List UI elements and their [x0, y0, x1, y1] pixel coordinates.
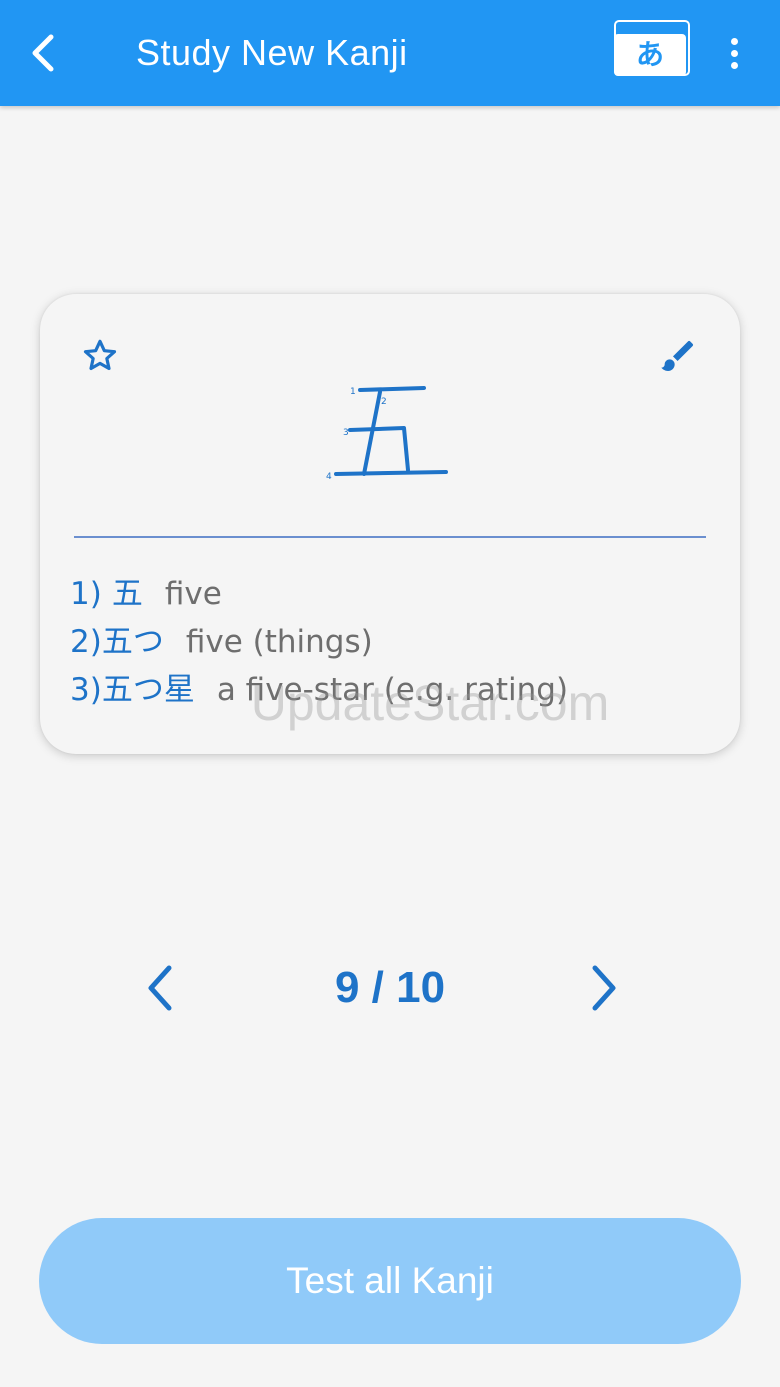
vocab-meaning: five (things): [185, 624, 373, 660]
more-vert-icon-dot: [730, 61, 738, 69]
more-vert-icon: [730, 37, 738, 45]
star-outline-icon: [83, 339, 117, 371]
kanji-stroke-diagram: 1 2 3 4: [326, 386, 448, 482]
previous-kanji-button[interactable]: [136, 960, 184, 1016]
back-button[interactable]: [20, 28, 68, 78]
vocab-meaning: a five-star (e.g. rating): [216, 672, 569, 708]
kanji-card: 1 2 3 4 1) 五 five 2)五つ five (things) 3)五つ星 a…: [40, 294, 740, 754]
stroke-number: 2: [381, 397, 387, 407]
vocab-number: 1): [70, 576, 102, 612]
vocab-item: 1) 五 five: [70, 570, 720, 618]
favorite-button[interactable]: [80, 336, 120, 376]
vocab-item: 2)五つ five (things): [70, 618, 720, 666]
kana-flashcards-button[interactable]: あ: [606, 16, 690, 82]
card-divider: [74, 536, 706, 538]
vocab-item: 3)五つ星 a five-star (e.g. rating): [70, 666, 720, 714]
more-vert-icon-dot: [730, 49, 738, 57]
kana-icon: あ: [614, 34, 686, 76]
stroke-number: 3: [343, 428, 349, 438]
app-bar: Study New Kanji あ: [0, 0, 780, 106]
chevron-right-icon: [592, 965, 616, 1011]
vocab-list: 1) 五 five 2)五つ five (things) 3)五つ星 a five-st…: [70, 570, 720, 714]
stroke-number: 1: [350, 387, 356, 397]
study-screen: Study New Kanji あ 1 2 3 4 1) 五 five 2)五つ…: [0, 0, 780, 1387]
vocab-word: 五つ: [101, 624, 164, 660]
draw-button[interactable]: [658, 336, 698, 376]
stroke-number: 4: [326, 472, 332, 482]
vocab-meaning: five: [164, 576, 222, 612]
kanji-strokes: [334, 386, 448, 476]
test-all-kanji-button[interactable]: Test all Kanji: [39, 1218, 741, 1344]
vocab-number: 3): [70, 672, 102, 708]
page-counter: 9 / 10: [334, 963, 446, 1012]
page-title: Study New Kanji: [136, 32, 408, 73]
chevron-left-icon: [148, 965, 172, 1011]
vocab-number: 2): [70, 624, 102, 660]
vocab-word: 五つ星: [101, 672, 195, 708]
vocab-word: 五: [111, 576, 143, 612]
chevron-left-icon: [32, 34, 54, 72]
brush-icon: [661, 340, 694, 371]
next-kanji-button[interactable]: [580, 960, 628, 1016]
more-options-button[interactable]: [714, 28, 754, 78]
